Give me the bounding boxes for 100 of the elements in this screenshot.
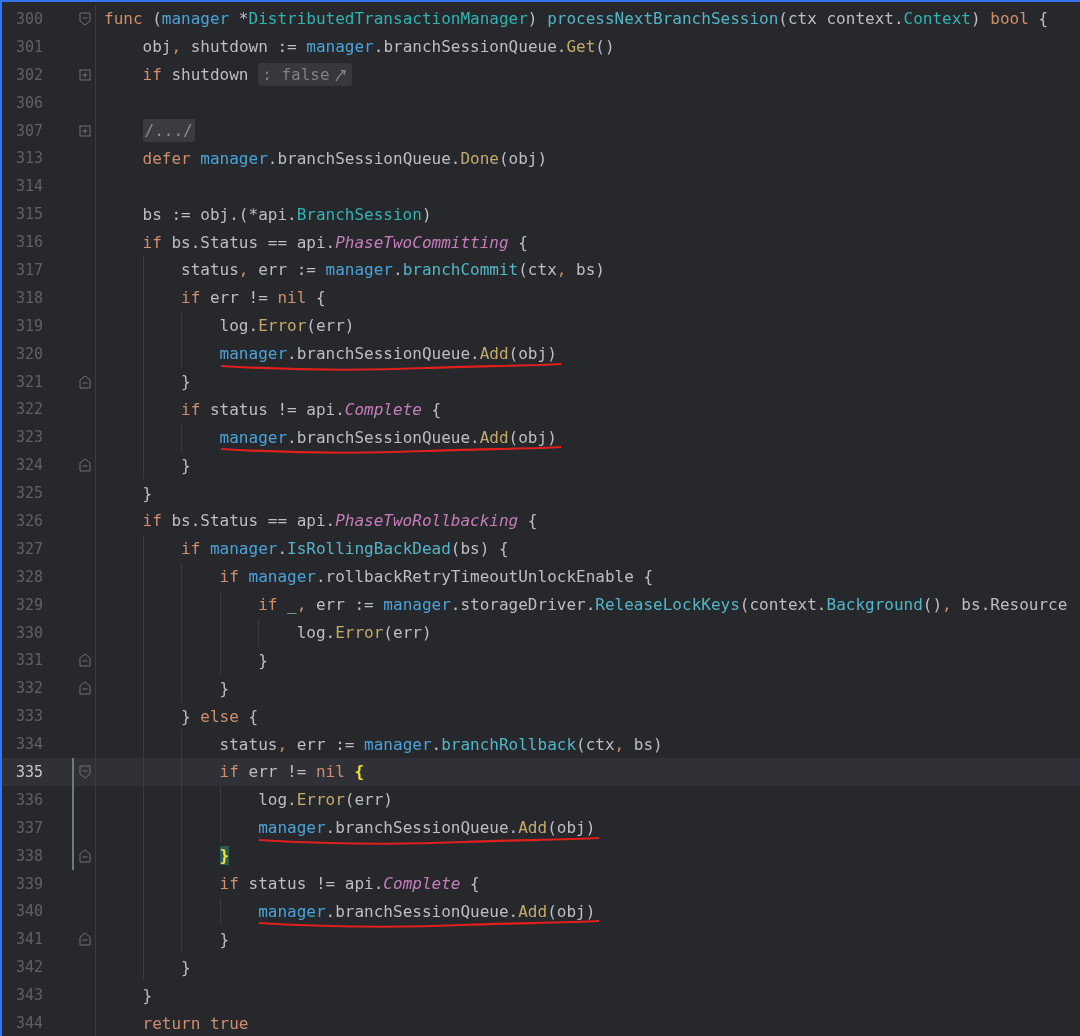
code-token: } bbox=[104, 702, 201, 731]
fold-end-icon[interactable] bbox=[79, 932, 91, 947]
code-token: (ctx bbox=[518, 259, 557, 282]
code-token: } bbox=[104, 367, 191, 396]
code-token: Add bbox=[518, 900, 548, 923]
code-token: Background bbox=[826, 594, 923, 617]
code-token: log. bbox=[104, 618, 336, 647]
code-token: if bbox=[104, 562, 249, 591]
code-token: Error bbox=[296, 789, 345, 812]
code-token: (context. bbox=[739, 594, 827, 617]
code-token: if bbox=[141, 231, 162, 254]
code-token: (err) bbox=[383, 622, 432, 645]
code-token: if bbox=[104, 590, 278, 619]
line-number: 306 bbox=[15, 93, 45, 112]
code-token: (obj) bbox=[508, 343, 557, 366]
folded-code[interactable]: /.../ bbox=[142, 119, 195, 142]
fold-end-icon[interactable] bbox=[79, 681, 91, 696]
code-token: err := bbox=[257, 259, 317, 282]
code-token: () bbox=[922, 594, 943, 617]
code-token: if bbox=[104, 395, 201, 424]
fold-end-icon[interactable] bbox=[79, 458, 91, 473]
line-number: 314 bbox=[15, 177, 45, 196]
line-number: 337 bbox=[15, 818, 45, 837]
code-token: shutdown bbox=[170, 64, 250, 87]
matched-brace: } bbox=[219, 846, 230, 866]
fold-collapse-icon[interactable] bbox=[79, 765, 91, 779]
line-number: 326 bbox=[15, 511, 45, 530]
code-token: if bbox=[104, 869, 239, 898]
code-token: { bbox=[354, 762, 365, 782]
code-token: Complete bbox=[383, 873, 461, 896]
code-token: .branchSessionQueue. bbox=[373, 36, 567, 59]
code-token: } bbox=[141, 482, 153, 505]
code-token: manager bbox=[200, 147, 268, 170]
line-number: 323 bbox=[15, 428, 45, 447]
code-token: if bbox=[141, 510, 162, 533]
code-token: .storageDriver. bbox=[450, 594, 596, 617]
fold-collapse-icon[interactable] bbox=[79, 11, 91, 26]
code-token: Error bbox=[335, 622, 384, 645]
code-token: } bbox=[104, 646, 268, 675]
line-number: 307 bbox=[15, 121, 45, 140]
code-token: log. bbox=[104, 311, 259, 340]
fold-expand-icon[interactable] bbox=[79, 124, 91, 137]
code-token: err := bbox=[314, 594, 375, 617]
code-token: } bbox=[104, 674, 230, 703]
jump-arrow-icon bbox=[333, 67, 348, 82]
code-token: , bbox=[556, 259, 567, 282]
code-token: Add bbox=[479, 343, 509, 366]
code-token: manager bbox=[306, 36, 374, 59]
code-token: .branchSessionQueue. bbox=[325, 900, 519, 923]
line-number: 302 bbox=[15, 65, 45, 84]
code-token: nil bbox=[277, 287, 307, 310]
code-token: .branchSessionQueue. bbox=[325, 817, 519, 840]
code-token: manager bbox=[104, 897, 326, 926]
code-token: shutdown := bbox=[189, 36, 298, 59]
fold-end-icon[interactable] bbox=[79, 653, 91, 668]
code-token: Add bbox=[479, 426, 509, 449]
code-token: bool bbox=[990, 8, 1029, 31]
code-token: Done bbox=[460, 147, 499, 170]
code-token: if bbox=[104, 534, 210, 563]
line-number: 342 bbox=[15, 958, 45, 977]
code-token: PhaseTwoRollbacking bbox=[335, 510, 519, 533]
line-number: 331 bbox=[15, 651, 45, 670]
code-token: if bbox=[141, 64, 162, 87]
code-token: . bbox=[393, 259, 403, 282]
code-token: bs.Status == api. bbox=[170, 510, 336, 533]
code-token: } bbox=[104, 925, 230, 954]
code-token: manager bbox=[325, 259, 393, 282]
code-token: .branchSessionQueue. bbox=[267, 147, 461, 170]
code-token: (obj) bbox=[498, 147, 548, 170]
line-number: 327 bbox=[15, 539, 45, 558]
code-token: nil bbox=[315, 761, 346, 784]
code-token: Error bbox=[258, 315, 307, 338]
code-token: log. bbox=[104, 785, 297, 814]
code-token: processNextBranchSession bbox=[547, 8, 779, 31]
fold-end-icon[interactable] bbox=[79, 374, 91, 389]
code-token: branchCommit bbox=[402, 259, 519, 282]
line-number: 318 bbox=[15, 288, 45, 307]
line-number: 334 bbox=[15, 735, 45, 754]
line-number: 344 bbox=[15, 1014, 45, 1032]
line-number: 301 bbox=[15, 37, 45, 56]
code-token: , bbox=[171, 36, 182, 59]
inline-value-hint: : false bbox=[258, 63, 352, 87]
code-token: { bbox=[314, 287, 326, 310]
code-token: ) bbox=[971, 8, 982, 31]
code-token: (obj) bbox=[547, 817, 596, 840]
code-token: obj bbox=[141, 36, 172, 59]
line-number: 322 bbox=[15, 400, 45, 419]
fold-end-icon[interactable] bbox=[79, 848, 91, 863]
line-number: 329 bbox=[15, 595, 45, 614]
code-token: bs.Status == api. bbox=[170, 231, 336, 254]
code-token: err != bbox=[208, 287, 269, 310]
fold-expand-icon[interactable] bbox=[79, 68, 91, 81]
line-number: 317 bbox=[15, 260, 45, 279]
code-token: status bbox=[104, 256, 239, 284]
code-token: status != api. bbox=[247, 873, 384, 896]
code-token: , bbox=[942, 594, 952, 617]
code-token: { bbox=[526, 510, 538, 533]
code-token: true bbox=[209, 1012, 249, 1035]
line-number: 333 bbox=[15, 707, 45, 726]
line-number: 324 bbox=[15, 456, 45, 475]
